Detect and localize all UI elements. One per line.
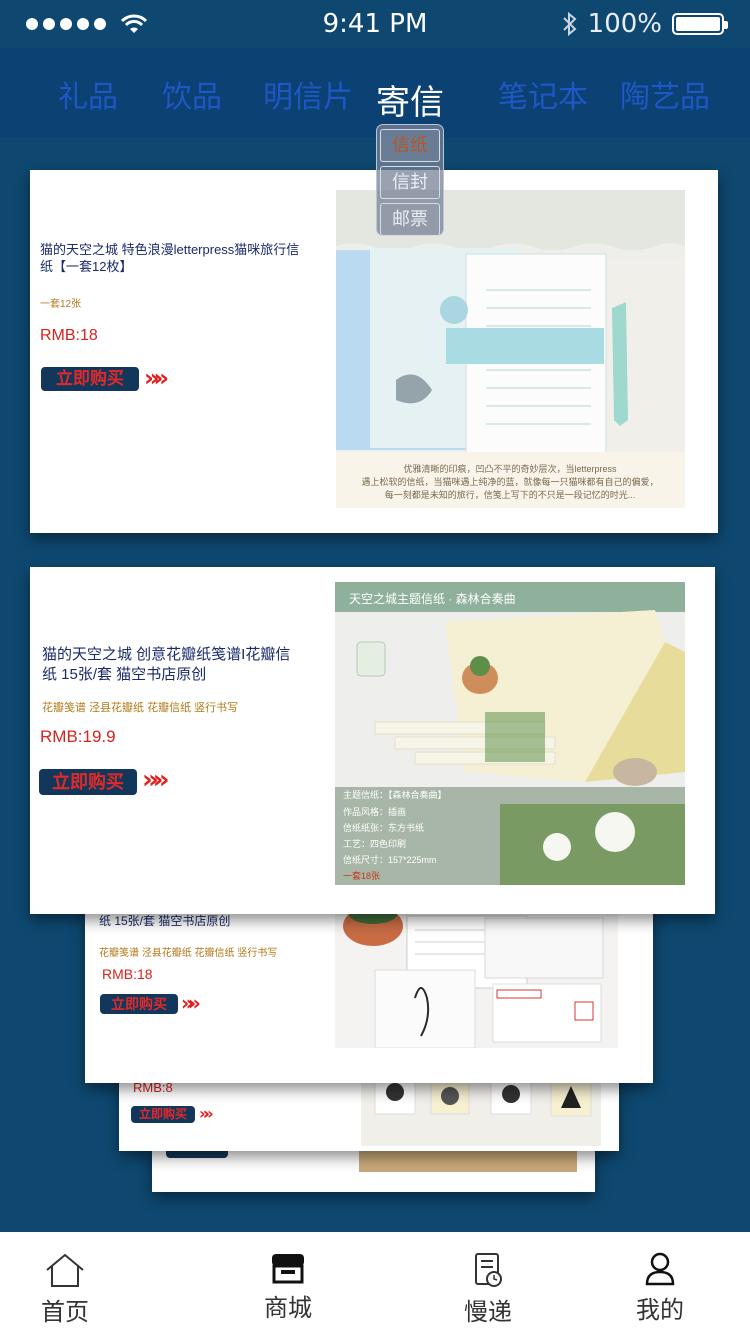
subcategory-dropdown: 信纸 信封 邮票 — [376, 124, 444, 236]
signal-strength-icon — [26, 14, 147, 34]
nav-home[interactable]: 首页 — [20, 1252, 110, 1327]
spec-line: 主题信纸：【森林合奏曲】 — [343, 789, 447, 800]
arrow-right-icon: »» — [181, 991, 201, 1015]
image-header-text: 天空之城主题信纸 · 森林合奏曲 — [349, 591, 516, 606]
buy-button[interactable]: 立即购买 — [100, 994, 178, 1014]
product-tags: 一套12张 — [40, 299, 82, 310]
tab-drinks[interactable]: 饮品 — [162, 72, 222, 116]
category-tabs: 礼品 饮品 明信片 寄信 笔记本 陶艺品 — [0, 48, 750, 138]
product-image: 优雅清晰的印痕，凹凸不平的奇妙层次，当letterpress 遇上松软的信纸，当… — [336, 190, 685, 508]
product-tags: 花瓣笺谱 泾县花瓣纸 花瓣信纸 竖行书写 — [42, 702, 239, 714]
tab-letters[interactable]: 寄信 — [376, 75, 444, 124]
subcategory-envelope[interactable]: 信封 — [380, 166, 440, 199]
bottom-nav: 首页 商城 慢递 我的 — [0, 1230, 750, 1334]
product-image — [335, 898, 618, 1048]
image-caption: 优雅清晰的印痕，凹凸不平的奇妙层次，当letterpress — [403, 463, 617, 474]
product-price: RMB:18 — [102, 966, 153, 982]
spec-line: 信纸尺寸：157*225mm — [343, 854, 437, 865]
product-card-1[interactable]: 猫的天空之城 特色浪漫letterpress猫咪旅行信纸【一套12枚】 一套12… — [30, 170, 718, 533]
subcategory-letter-paper[interactable]: 信纸 — [380, 129, 440, 162]
shop-icon — [272, 1254, 304, 1284]
home-icon — [46, 1253, 84, 1287]
product-title: 纸 15张/套 猫空书店原创 — [99, 914, 231, 928]
buy-button[interactable]: 立即购买 — [41, 367, 139, 391]
nav-slow-mail-label: 慢递 — [464, 1299, 512, 1326]
spec-line: 工艺：四色印刷 — [343, 838, 406, 849]
user-icon — [645, 1252, 675, 1286]
arrow-right-icon: »» — [142, 765, 169, 795]
subcategory-stamp[interactable]: 邮票 — [380, 203, 440, 236]
arrow-right-icon: »» — [199, 1104, 213, 1123]
nav-profile[interactable]: 我的 — [615, 1252, 705, 1325]
product-title: 猫的天空之城 创意花瓣纸笺谱I花瓣信纸 15张/套 猫空书店原创 — [42, 646, 291, 683]
image-caption: 每一刻都是未知的旅行，信笺上写下的不只是一段记忆的时光... — [385, 489, 636, 500]
status-bar: 9:41 PM 100% — [0, 0, 750, 48]
battery-icon — [672, 13, 728, 35]
nav-shop[interactable]: 商城 — [243, 1252, 333, 1323]
spec-line: 信纸纸张：东方书纸 — [343, 822, 424, 833]
arrow-right-icon: »» — [144, 364, 169, 392]
product-price: RMB:19.9 — [40, 727, 116, 746]
product-image: 天空之城主题信纸 · 森林合奏曲 主题信纸：【森林合奏曲】 作品风格：插画 信纸… — [335, 582, 685, 885]
product-price: RMB:18 — [40, 327, 98, 344]
spec-line: 作品风格：插画 — [343, 806, 406, 817]
tab-ceramics[interactable]: 陶艺品 — [620, 72, 710, 116]
nav-home-label: 首页 — [41, 1299, 89, 1326]
tab-notebooks[interactable]: 笔记本 — [498, 72, 588, 116]
nav-profile-label: 我的 — [636, 1297, 684, 1324]
buy-button[interactable]: 立即购买 — [39, 769, 137, 795]
spec-line: 一套18张 — [343, 870, 380, 881]
bluetooth-icon — [562, 11, 577, 37]
tab-gifts[interactable]: 礼品 — [58, 72, 118, 116]
product-card-3[interactable]: 纸 15张/套 猫空书店原创 花瓣笺谱 泾县花瓣纸 花瓣信纸 竖行书写 RMB:… — [85, 898, 653, 1083]
battery-percent: 100% — [587, 9, 662, 39]
product-title: 猫的天空之城 特色浪漫letterpress猫咪旅行信纸【一套12枚】 — [40, 242, 300, 274]
nav-slow-mail[interactable]: 慢递 — [443, 1252, 533, 1327]
image-caption: 遇上松软的信纸，当猫咪遇上纯净的蓝，就像每一只猫咪都有自己的偏爱， — [361, 476, 658, 487]
product-card-2[interactable]: 猫的天空之城 创意花瓣纸笺谱I花瓣信纸 15张/套 猫空书店原创 花瓣笺谱 泾县… — [30, 567, 715, 914]
wifi-icon — [121, 14, 147, 33]
tab-postcards[interactable]: 明信片 — [263, 72, 353, 116]
product-tags: 花瓣笺谱 泾县花瓣纸 花瓣信纸 竖行书写 — [99, 948, 278, 959]
buy-button[interactable]: 立即购买 — [131, 1106, 195, 1123]
nav-shop-label: 商城 — [264, 1295, 312, 1322]
slow-mail-icon — [475, 1253, 502, 1287]
